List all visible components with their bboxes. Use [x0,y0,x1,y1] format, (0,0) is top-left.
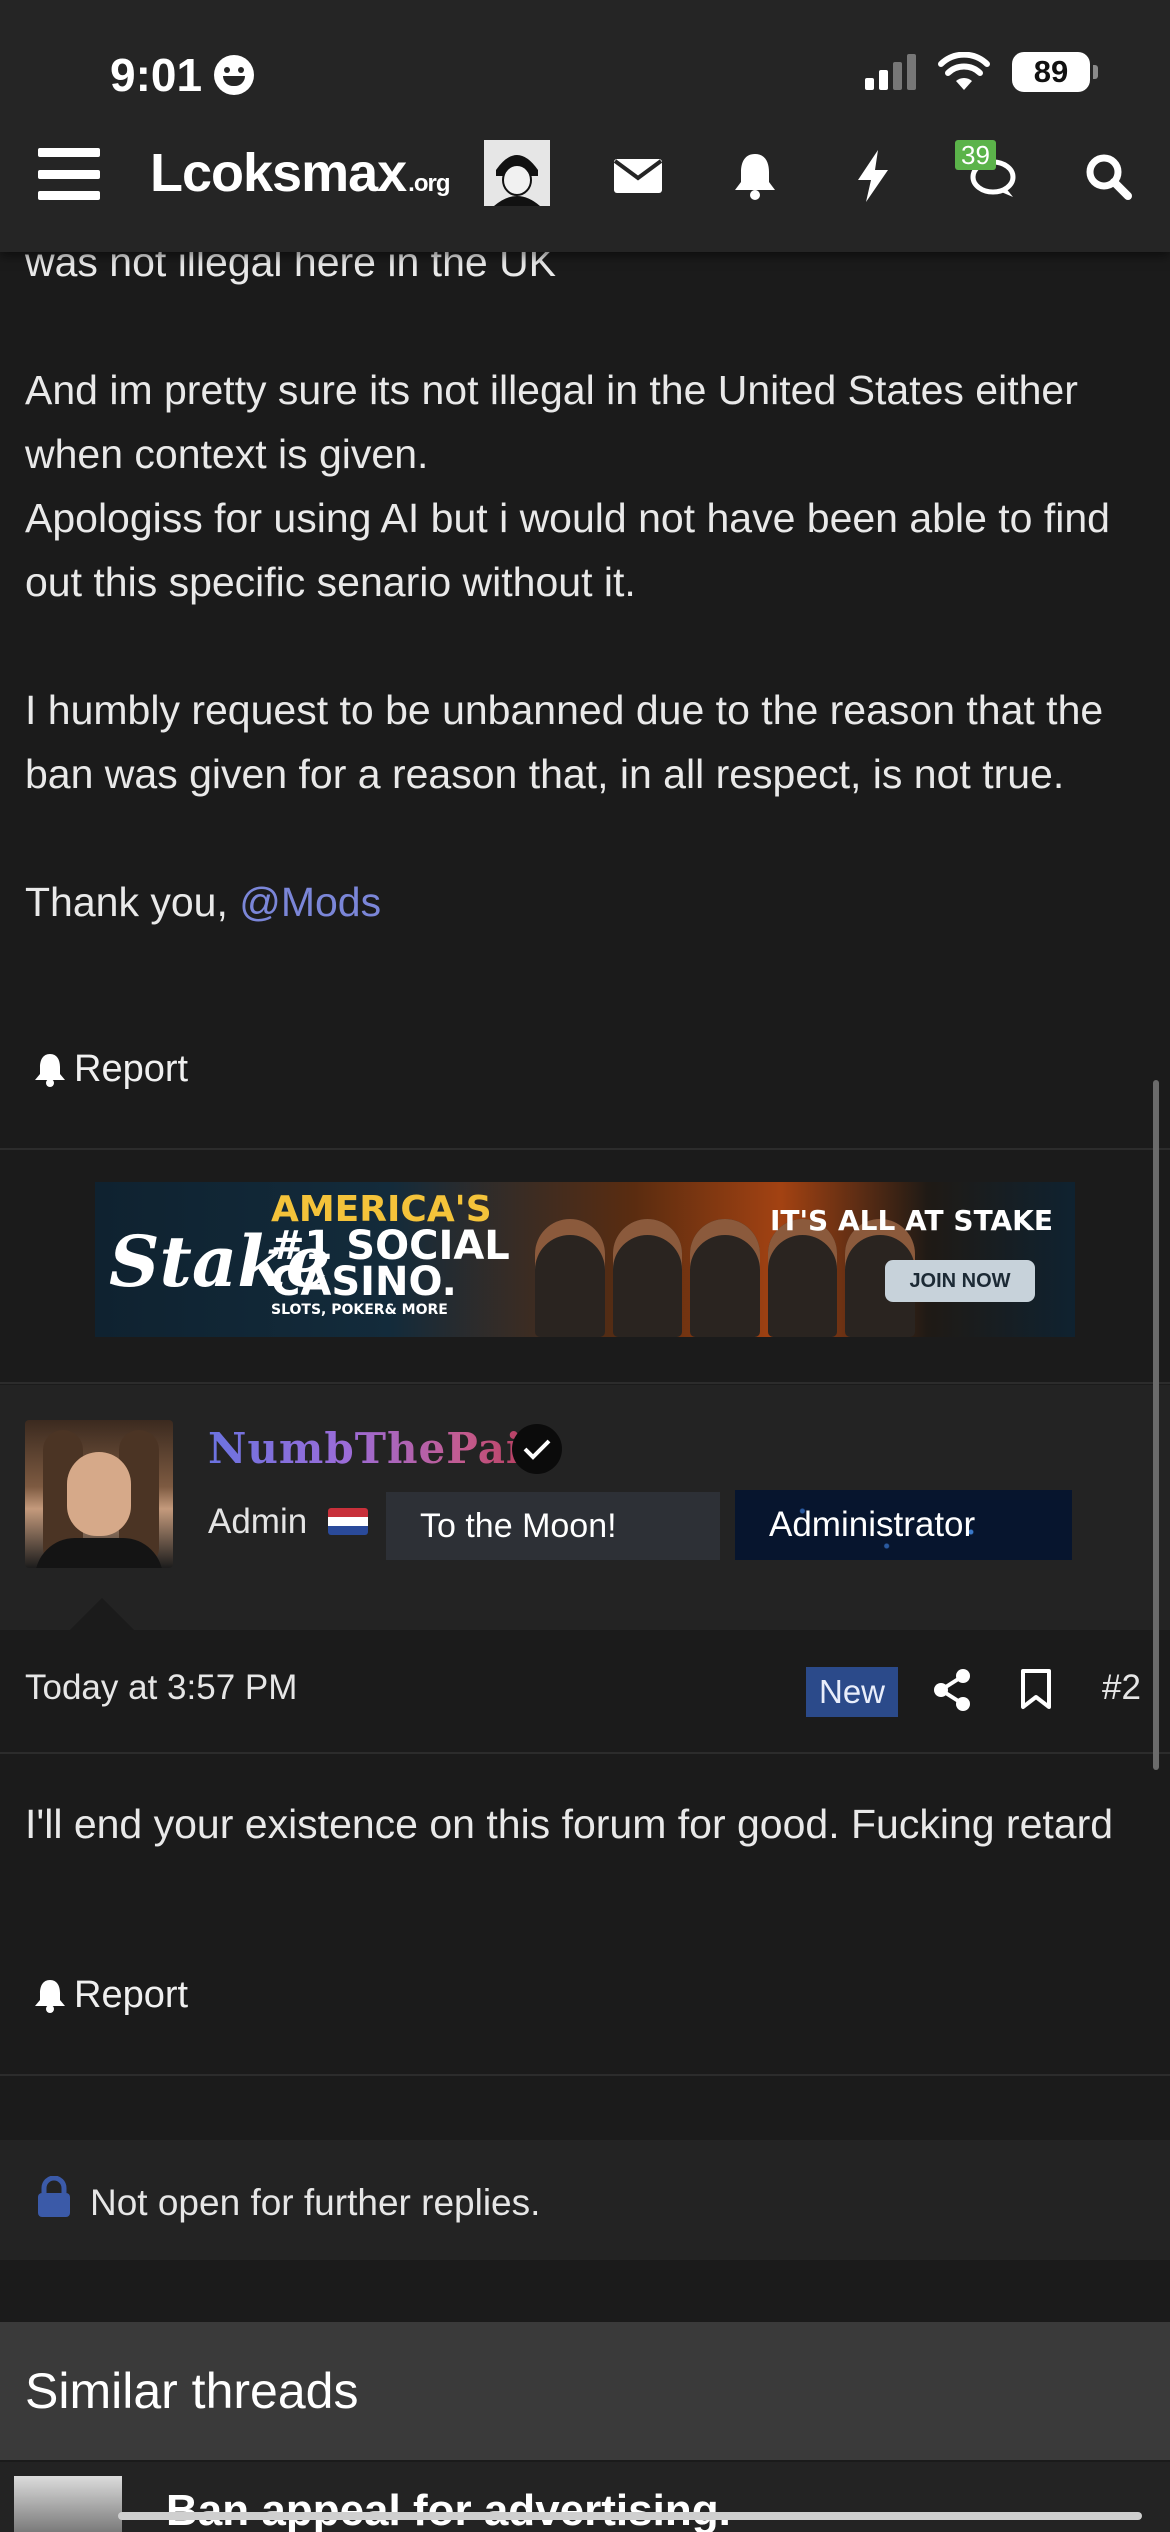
user-role: Admin [208,1502,308,1541]
username-link[interactable]: NumbThePain [208,1424,554,1473]
scrollbar[interactable] [1153,1080,1159,1770]
bell-icon[interactable] [725,146,785,206]
ad-headline: AMERICA'S #1 SOCIAL CASINO. SLOTS, POKER… [271,1192,510,1320]
lock-icon [36,2175,72,2223]
home-indicator[interactable] [118,2512,1142,2520]
new-badge: New [806,1667,898,1717]
status-icons: 89 [865,52,1098,92]
reply-body: I'll end your existence on this forum fo… [25,1801,1114,1847]
post-request: I humbly request to be unbanned due to t… [25,687,1104,797]
battery-indicator: 89 [1012,52,1098,92]
cellular-signal-icon [865,54,916,90]
ad-subline: SLOTS, POKER& MORE [271,1302,448,1318]
share-icon[interactable] [932,1668,972,1717]
ad-divider [0,1382,1170,1384]
post-number-link[interactable]: #2 [1102,1668,1141,1708]
user-avatar[interactable] [25,1420,173,1568]
menu-icon[interactable] [38,148,100,200]
similar-thread-title[interactable]: Ban appeal for advertising. [166,2486,731,2532]
focus-mode-icon [214,55,255,95]
thread-closed-text: Not open for further replies. [90,2182,541,2223]
logo-text: Lcoksmax [150,143,407,203]
top-header: 9:01 89 Lcoksmax.org 39 [0,0,1170,252]
bell-icon [35,1979,65,2013]
user-banner-administrator: Administrator [735,1490,1072,1560]
post-timestamp[interactable]: Today at 3:57 PM [25,1668,297,1708]
reply-divider [0,2074,1170,2076]
site-logo[interactable]: Lcoksmax.org [150,142,450,204]
netherlands-flag-icon [328,1508,368,1535]
account-avatar-image [484,140,550,206]
post-divider [0,1148,1170,1150]
bell-icon [35,1053,65,1087]
logo-suffix: .org [408,170,450,197]
post-line: Apologiss for using AI but i would not h… [25,495,1110,605]
status-time: 9:01 [110,48,255,102]
user-banner-to-the-moon: To the Moon! [386,1492,720,1560]
account-avatar[interactable] [484,140,550,206]
ad-headline-line: CASINO. [271,1259,457,1305]
wifi-icon [938,52,990,90]
similar-threads-title: Similar threads [25,2363,359,2419]
inbox-icon[interactable] [608,146,668,206]
thanks-text: Thank you, [25,879,240,925]
ad-join-button[interactable]: JOIN NOW [885,1260,1035,1302]
battery-level: 89 [1033,54,1069,89]
search-icon[interactable] [1078,146,1138,206]
alerts-count: 39 [961,140,990,170]
user-panel-pointer [70,1598,134,1630]
verified-badge-icon [512,1424,562,1474]
forum-navbar: Lcoksmax.org 39 [0,130,1170,220]
report-label: Report [74,1048,189,1090]
stake-ad-banner[interactable]: Stake AMERICA'S #1 SOCIAL CASINO. SLOTS,… [95,1182,1075,1337]
bookmark-icon[interactable] [1020,1668,1052,1715]
report-label: Report [74,1974,189,2016]
post-thanks: Thank you, @Mods [25,870,1145,934]
post-line: And im pretty sure its not illegal in th… [25,367,1078,477]
mention-link[interactable]: @Mods [239,879,381,925]
similar-thread-avatar[interactable] [14,2476,122,2532]
lightning-icon[interactable] [843,146,903,206]
report-button[interactable]: Report [34,1048,188,1091]
post-body: was not illegal here in the UK And im pr… [25,230,1145,934]
status-time-text: 9:01 [110,49,203,101]
alerts-count-badge: 39 [955,140,996,170]
ad-tagline: IT'S ALL AT STAKE [769,1204,1053,1237]
reply-meta-divider [0,1752,1170,1754]
report-button[interactable]: Report [34,1974,188,2017]
